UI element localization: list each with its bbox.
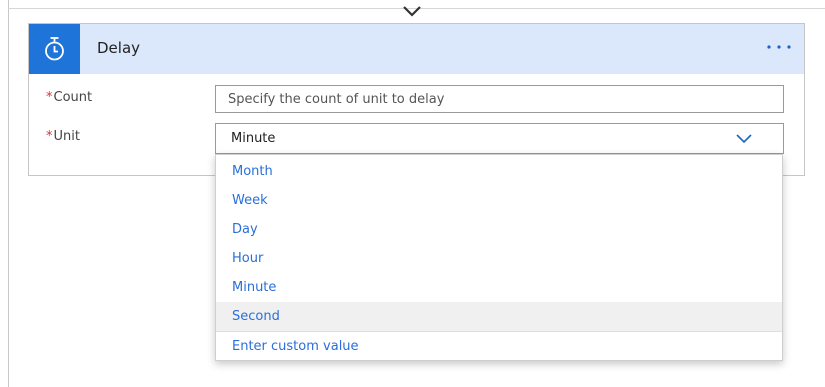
count-label: *Count — [46, 90, 92, 105]
unit-options-menu: Month Week Day Hour Minute Second Enter … — [215, 154, 783, 361]
chevron-down-icon[interactable] — [735, 133, 753, 145]
option-second[interactable]: Second — [216, 302, 782, 331]
option-week[interactable]: Week — [216, 186, 782, 215]
unit-dropdown[interactable]: Minute — [215, 123, 784, 154]
action-icon-tile — [29, 24, 80, 74]
option-month[interactable]: Month — [216, 157, 782, 186]
count-input[interactable] — [215, 85, 784, 113]
flow-arrow-icon — [403, 6, 421, 17]
required-marker: * — [46, 90, 53, 105]
required-marker: * — [46, 129, 53, 144]
stopwatch-icon — [45, 37, 64, 61]
option-day[interactable]: Day — [216, 215, 782, 244]
unit-label: *Unit — [46, 129, 80, 144]
unit-label-text: Unit — [53, 129, 80, 144]
canvas-border-left — [8, 0, 9, 387]
card-title: Delay — [97, 39, 141, 57]
count-label-text: Count — [53, 90, 93, 105]
option-minute[interactable]: Minute — [216, 273, 782, 302]
unit-selected-value: Minute — [231, 131, 276, 146]
designer-canvas: Delay *Count *Unit Minute Month Week — [0, 0, 825, 387]
more-options-icon[interactable] — [764, 37, 794, 57]
option-hour[interactable]: Hour — [216, 244, 782, 273]
card-header[interactable]: Delay — [29, 24, 804, 74]
option-enter-custom-value[interactable]: Enter custom value — [216, 332, 782, 361]
